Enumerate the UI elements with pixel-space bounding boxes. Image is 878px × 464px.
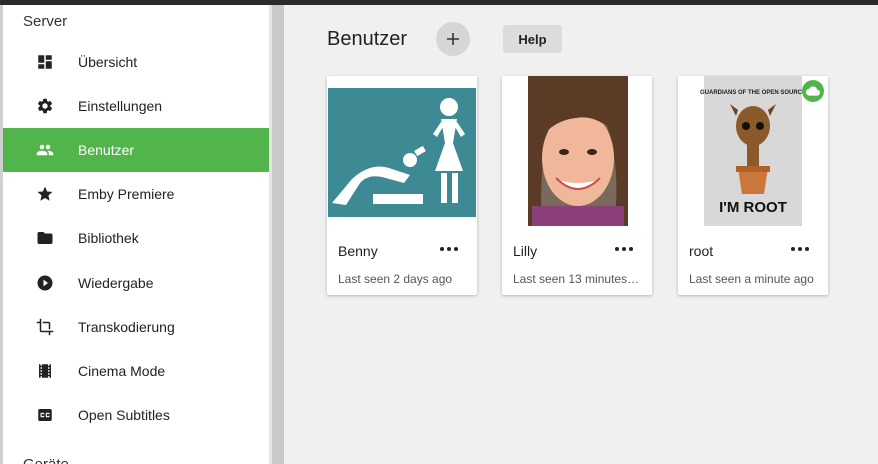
sidebar-item-label: Wiedergabe <box>78 275 154 291</box>
user-menu-button[interactable] <box>612 242 636 256</box>
sidebar-item-label: Einstellungen <box>78 98 163 114</box>
sidebar-item-cinema-mode[interactable]: Cinema Mode <box>3 349 269 393</box>
sidebar-item-users[interactable]: Benutzer <box>3 128 269 172</box>
user-last-seen: Last seen a minute ago <box>689 272 814 286</box>
sidebar-item-library[interactable]: Bibliothek <box>3 216 269 260</box>
user-avatar[interactable] <box>502 76 652 226</box>
user-menu-button[interactable] <box>788 242 812 256</box>
avatar-caption-bottom: I'M ROOT <box>719 199 787 216</box>
page-title: Benutzer <box>327 28 408 50</box>
sidebar-item-overview[interactable]: Übersicht <box>3 40 269 84</box>
sidebar-item-transcoding[interactable]: Transkodierung <box>3 305 269 349</box>
sidebar-item-label: Übersicht <box>78 54 138 70</box>
folder-icon <box>36 229 54 247</box>
user-name: Lilly <box>513 243 538 259</box>
sidebar-item-playback[interactable]: Wiedergabe <box>3 261 269 305</box>
more-horizontal-icon <box>615 247 633 251</box>
sidebar-item-settings[interactable]: Einstellungen <box>3 84 269 128</box>
sidebar-divider <box>272 5 284 464</box>
sidebar-section-server: Server <box>23 13 68 30</box>
avatar-caption-top: GUARDIANS OF THE OPEN SOURCE <box>700 90 806 96</box>
sidebar-item-label: Cinema Mode <box>78 363 166 379</box>
cloud-icon <box>802 80 824 102</box>
more-horizontal-icon <box>440 247 458 251</box>
sidebar-item-label: Emby Premiere <box>78 186 175 202</box>
people-icon <box>36 141 54 159</box>
user-avatar[interactable] <box>327 76 477 226</box>
sidebar-item-label: Benutzer <box>78 142 135 158</box>
closed-caption-icon <box>36 406 54 424</box>
main-content: Benutzer Help Benny Last seen 2 days ago… <box>284 5 878 464</box>
user-card[interactable]: GUARDIANS OF THE OPEN SOURCE I'M ROOT ro… <box>678 76 828 295</box>
sidebar-item-label: Open Subtitles <box>78 407 170 423</box>
sidebar-item-label: Transkodierung <box>78 319 175 335</box>
user-menu-button[interactable] <box>437 242 461 256</box>
user-avatar[interactable]: GUARDIANS OF THE OPEN SOURCE I'M ROOT <box>678 76 828 226</box>
user-name: Benny <box>338 243 378 259</box>
sidebar-item-label: Bibliothek <box>78 230 139 246</box>
user-card[interactable]: Benny Last seen 2 days ago <box>327 76 477 295</box>
star-icon <box>36 185 54 203</box>
sidebar-item-emby-premiere[interactable]: Emby Premiere <box>3 172 269 216</box>
user-last-seen: Last seen 2 days ago <box>338 272 453 286</box>
more-horizontal-icon <box>791 247 809 251</box>
sidebar-section-devices: Geräte <box>23 456 69 464</box>
user-card[interactable]: Lilly Last seen 13 minutes ago <box>502 76 652 295</box>
film-icon <box>36 362 54 380</box>
dashboard-icon <box>36 53 54 71</box>
user-last-seen: Last seen 13 minutes ago <box>513 272 641 286</box>
add-user-button[interactable] <box>436 22 470 56</box>
sidebar-item-open-subtitles[interactable]: Open Subtitles <box>3 393 269 437</box>
help-button[interactable]: Help <box>503 25 562 53</box>
play-circle-icon <box>36 274 54 292</box>
plus-icon <box>447 33 459 45</box>
user-name: root <box>689 243 714 259</box>
crop-icon <box>36 318 54 336</box>
sidebar: Server Übersicht Einstellungen Benutzer … <box>3 5 269 464</box>
gear-icon <box>36 97 54 115</box>
